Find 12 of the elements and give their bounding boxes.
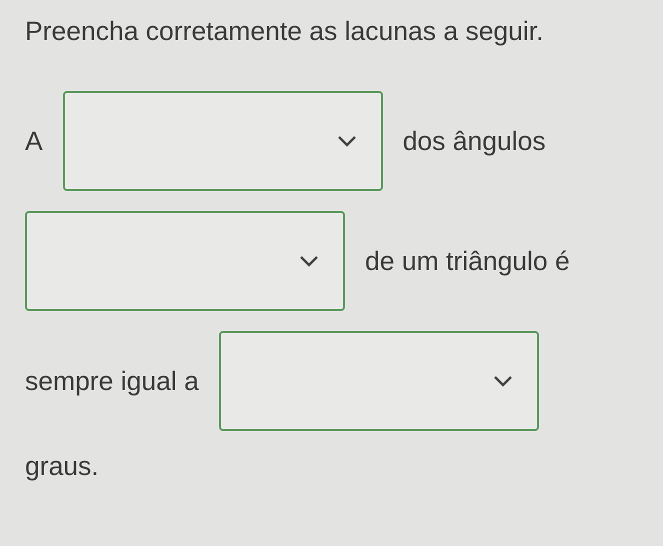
instruction-text: Preencha corretamente as lacunas a seguir.	[25, 15, 545, 48]
sentence-text: de um triângulo é	[365, 246, 570, 276]
chevron-down-icon	[492, 375, 513, 387]
answer-dropdown[interactable]	[25, 211, 345, 311]
answer-dropdown[interactable]	[62, 91, 383, 191]
chevron-down-icon	[299, 255, 319, 267]
sentence-text: dos ângulos	[402, 126, 546, 156]
sentence-text: A	[25, 126, 43, 156]
chevron-down-icon	[336, 135, 357, 147]
answer-dropdown[interactable]	[218, 331, 539, 431]
sentence-text: sempre igual a	[25, 366, 199, 396]
sentence-text: graus.	[25, 451, 99, 482]
